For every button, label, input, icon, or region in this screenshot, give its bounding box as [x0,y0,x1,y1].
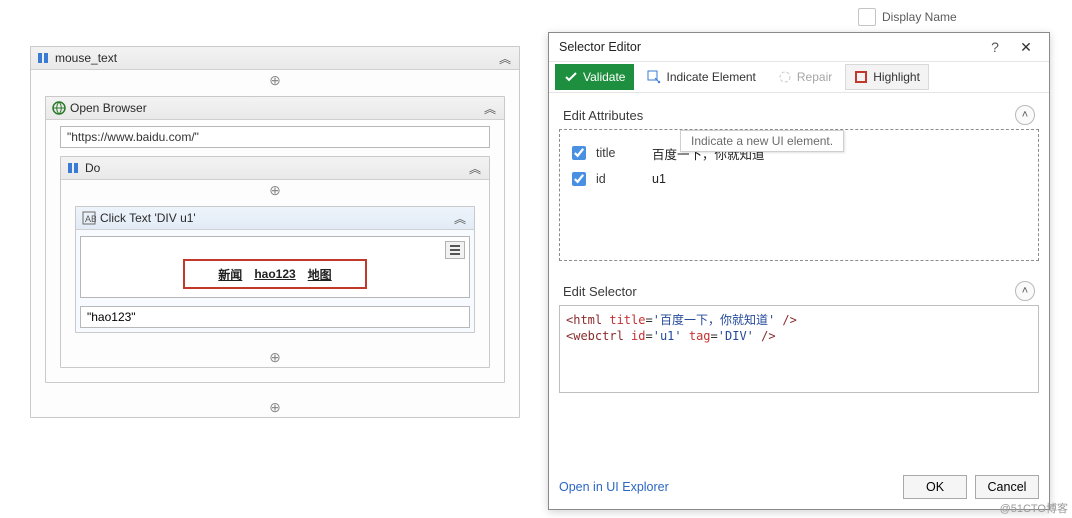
click-text-value-input[interactable] [80,306,470,328]
display-name-label: Display Name [882,10,1070,24]
attribute-checkbox[interactable] [572,146,586,160]
do-title: Do [85,161,467,175]
collapse-icon[interactable]: ︽ [467,160,483,177]
click-text-card[interactable]: AB Click Text 'DIV u1' ︽ 新闻 [75,206,475,333]
target-preview: 新闻 hao123 地图 [80,236,470,298]
preview-menu-button[interactable] [445,241,465,259]
edit-attributes-heading: Edit Attributes [563,108,1015,123]
validate-label: Validate [583,70,625,84]
dialog-toolbar: Validate Indicate Element Repair Highlig… [549,61,1049,93]
selector-textarea[interactable]: <html title='百度一下，你就知道' /><webctrl id='u… [559,305,1039,393]
do-card[interactable]: Do ︽ ⊕ AB [60,156,490,368]
add-before-placeholder[interactable]: ⊕ [31,70,519,90]
validate-button[interactable]: Validate [555,64,634,90]
attribute-row[interactable]: id u1 [570,166,1028,192]
preview-link: 新闻 [218,266,242,283]
sequence-icon [67,161,81,175]
attribute-row[interactable]: title 百度一下，你就知道 [570,140,1028,166]
attribute-name: title [596,146,652,160]
svg-text:AB: AB [85,214,96,224]
browser-url-input[interactable] [60,126,490,148]
add-after-placeholder[interactable]: ⊕ [61,347,489,367]
cancel-button[interactable]: Cancel [975,475,1039,499]
indicate-element-button[interactable]: Indicate Element [638,64,764,90]
open-browser-title: Open Browser [70,101,482,115]
attribute-value: 百度一下，你就知道 [652,144,765,163]
indicate-icon [647,70,661,84]
edit-selector-heading: Edit Selector [563,284,1015,299]
highlight-icon [854,70,868,84]
add-before-placeholder[interactable]: ⊕ [61,180,489,200]
repair-icon [778,70,792,84]
preview-link: 地图 [308,266,332,283]
sequence-title: mouse_text [55,51,497,65]
attributes-box: title 百度一下，你就知道 id u1 [559,129,1039,261]
ok-button[interactable]: OK [903,475,967,499]
close-button[interactable]: ✕ [1009,39,1043,56]
collapse-attributes-button[interactable]: ˄ [1015,105,1035,125]
help-button[interactable]: ? [981,39,1009,55]
open-browser-card[interactable]: Open Browser ︽ Do ︽ [45,96,505,383]
collapse-icon[interactable]: ︽ [452,210,468,227]
attribute-checkbox[interactable] [572,172,586,186]
highlight-button[interactable]: Highlight [845,64,929,90]
add-after-placeholder[interactable]: ⊕ [31,397,519,417]
sequence-icon [37,51,51,65]
click-text-title: Click Text 'DIV u1' [100,211,452,225]
collapse-selector-button[interactable]: ˄ [1015,281,1035,301]
check-icon [564,70,578,84]
repair-button: Repair [769,64,841,90]
repair-label: Repair [797,70,832,84]
watermark: @51CTO博客 [1000,500,1068,516]
open-ui-explorer-link[interactable]: Open in UI Explorer [559,480,895,494]
preview-link: hao123 [254,267,295,281]
attribute-name: id [596,172,652,186]
selector-editor-dialog: Selector Editor ? ✕ Validate Indicate El… [548,32,1050,510]
display-name-expand[interactable] [858,8,876,26]
collapse-icon[interactable]: ︽ [482,100,498,117]
click-text-icon: AB [82,211,96,225]
target-thumbnail: 新闻 hao123 地图 [183,259,367,289]
properties-panel: Display Name [858,6,1070,28]
attribute-value: u1 [652,172,666,186]
sequence-card[interactable]: mouse_text ︽ ⊕ Open Browser ︽ [30,46,520,418]
browser-icon [52,101,66,115]
highlight-label: Highlight [873,70,920,84]
collapse-icon[interactable]: ︽ [497,50,513,67]
indicate-label: Indicate Element [666,70,755,84]
dialog-title: Selector Editor [559,40,981,54]
